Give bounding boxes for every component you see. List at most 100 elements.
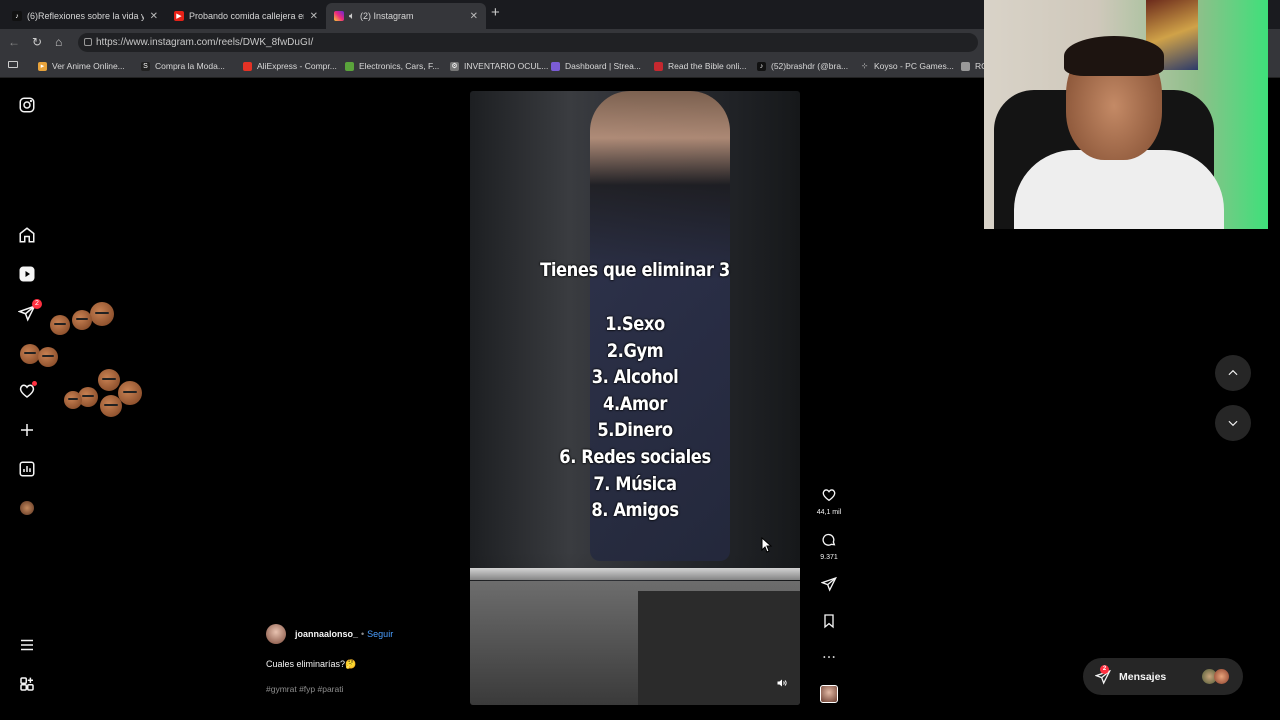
messages-button[interactable]: 2 Mensajes <box>1083 658 1243 695</box>
bookmark-label: Compra la Moda... <box>155 61 225 71</box>
tab-title: (6)Reflexiones sobre la vida y la vu <box>27 11 144 21</box>
previous-reel-button[interactable] <box>1215 355 1251 391</box>
bookmark-label: INVENTARIO OCUL... <box>464 61 549 71</box>
dashboard-icon[interactable] <box>17 459 37 479</box>
share-button[interactable] <box>814 576 844 597</box>
conversation-avatar <box>1214 669 1229 684</box>
new-tab-button[interactable]: + <box>491 4 500 21</box>
tab-title: (2) Instagram <box>360 11 414 21</box>
reload-icon[interactable]: ↻ <box>32 35 42 49</box>
bookmark-item[interactable]: S Compra la Moda... <box>141 61 225 71</box>
bookmark-label: AliExpress - Compr... <box>257 61 337 71</box>
gear-icon: ⚙ <box>450 61 459 71</box>
messages-badge: 2 <box>1100 665 1109 674</box>
speaker-icon[interactable]: 🔈︎ <box>349 11 355 22</box>
play-icon: ▸ <box>38 61 47 71</box>
close-icon[interactable]: ✕ <box>310 11 318 22</box>
close-icon[interactable]: ✕ <box>470 11 478 22</box>
url-field[interactable]: https://www.instagram.com/reels/DWK_8fwD… <box>78 33 978 52</box>
reel-overlay-line: 1.Sexo <box>605 313 665 335</box>
shein-icon: S <box>141 61 150 71</box>
heart-icon <box>822 489 836 502</box>
tiktok-icon: ♪ <box>757 61 766 71</box>
notification-dot <box>32 381 37 386</box>
author-avatar[interactable] <box>266 624 286 644</box>
bookmark-item[interactable]: Electronics, Cars, F... <box>345 61 439 71</box>
site-info-icon[interactable] <box>84 38 92 46</box>
bookmark-item[interactable]: Read the Bible onli... <box>654 61 746 71</box>
mouse-cursor-icon <box>761 537 773 553</box>
youtube-icon: ▶ <box>174 11 184 21</box>
audio-thumbnail[interactable] <box>814 685 844 708</box>
separator: • <box>361 629 365 639</box>
bookmark-label: Koyso - PC Games... <box>874 61 954 71</box>
reels-icon[interactable] <box>17 264 37 284</box>
streamlabs-icon <box>551 61 560 71</box>
koyso-icon: ⊹ <box>861 63 868 70</box>
tiktok-icon: ♪ <box>12 11 22 21</box>
share-icon <box>820 576 837 592</box>
bookmark-item[interactable]: AliExpress - Compr... <box>243 61 337 71</box>
follow-button[interactable]: Seguir <box>367 629 393 639</box>
next-reel-button[interactable] <box>1215 405 1251 441</box>
notifications-heart-icon[interactable] <box>17 381 37 401</box>
person-shirt <box>1014 150 1224 229</box>
reel-caption: Cuales eliminarías?🤔 <box>266 659 357 669</box>
reel-hashtags[interactable]: #gymrat #fyp #parati <box>266 684 343 694</box>
reel-video[interactable]: Tienes que eliminar 3 1.Sexo 2.Gym 3. Al… <box>470 91 800 705</box>
ro-icon <box>961 61 970 71</box>
instagram-logo-icon[interactable] <box>17 95 37 115</box>
comment-icon <box>822 533 836 546</box>
comment-button[interactable]: 9.371 <box>814 532 844 561</box>
reel-overlay-line: 7. Música <box>593 473 677 495</box>
volume-icon[interactable] <box>776 677 788 689</box>
bookmark-item[interactable]: ♪ (52)brashdr (@bra... <box>757 61 848 71</box>
video-barbell <box>470 568 800 580</box>
reel-overlay-line: 2.Gym <box>606 340 664 362</box>
create-plus-icon[interactable] <box>17 420 37 440</box>
url-text: https://www.instagram.com/reels/DWK_8fwD… <box>96 37 314 48</box>
notification-badge: 2 <box>32 299 42 309</box>
ebay-icon <box>345 61 354 71</box>
bible-icon <box>654 61 663 71</box>
reel-overlay-line: 4.Amor <box>603 393 667 415</box>
profile-avatar[interactable] <box>17 498 37 518</box>
comment-count: 9.371 <box>820 554 838 561</box>
save-button[interactable] <box>814 613 844 634</box>
bookmark-item[interactable]: ▸ Ver Anime Online... <box>38 61 125 71</box>
chevron-up-icon <box>1228 369 1238 376</box>
like-count: 44,1 mil <box>816 509 842 516</box>
bookmark-item[interactable]: Dashboard | Strea... <box>551 61 641 71</box>
tab-youtube[interactable]: ▶ Probando comida callejera en SRI ✕ <box>166 3 326 29</box>
reel-author: joannaalonso_ • Seguir <box>266 624 393 644</box>
bookmark-label: Electronics, Cars, F... <box>359 61 440 71</box>
bookmark-item[interactable]: ⊹ Koyso - PC Games... <box>860 61 954 71</box>
reel-overlay-line: 3. Alcohol <box>591 366 679 388</box>
like-button[interactable]: 44,1 mil <box>814 487 844 516</box>
tab-tiktok[interactable]: ♪ (6)Reflexiones sobre la vida y la vu ✕ <box>4 3 166 29</box>
ellipsis-icon <box>823 656 835 658</box>
also-from-meta-icon[interactable] <box>17 674 37 694</box>
reel-overlay-line: 5.Dinero <box>597 419 673 441</box>
reel-overlay-title: Tienes que eliminar 3 <box>540 259 730 281</box>
home-icon[interactable]: ⌂ <box>55 35 62 49</box>
bookmarks-menu-icon[interactable] <box>8 61 18 68</box>
bookmark-label: Dashboard | Strea... <box>565 61 641 71</box>
author-username[interactable]: joannaalonso_ <box>295 629 358 639</box>
home-icon[interactable] <box>17 225 37 245</box>
aliexpress-icon <box>243 61 252 71</box>
more-menu-icon[interactable] <box>17 635 37 655</box>
close-icon[interactable]: ✕ <box>150 11 158 22</box>
tab-instagram[interactable]: 🔈︎ (2) Instagram ✕ <box>326 3 486 29</box>
bookmark-label: Read the Bible onli... <box>668 61 747 71</box>
bookmark-label: (52)brashdr (@bra... <box>771 61 849 71</box>
bookmark-item[interactable]: ⚙ INVENTARIO OCUL... <box>450 61 548 71</box>
tab-title: Probando comida callejera en SRI <box>189 11 304 21</box>
reel-overlay-line: 8. Amigos <box>591 499 679 521</box>
webcam-overlay <box>984 0 1268 229</box>
direct-messages-icon[interactable]: 2 <box>17 299 42 323</box>
bookmark-icon <box>824 614 834 629</box>
person-hair <box>1064 36 1164 76</box>
back-icon[interactable]: ← <box>8 35 20 49</box>
more-options-button[interactable] <box>814 649 844 670</box>
